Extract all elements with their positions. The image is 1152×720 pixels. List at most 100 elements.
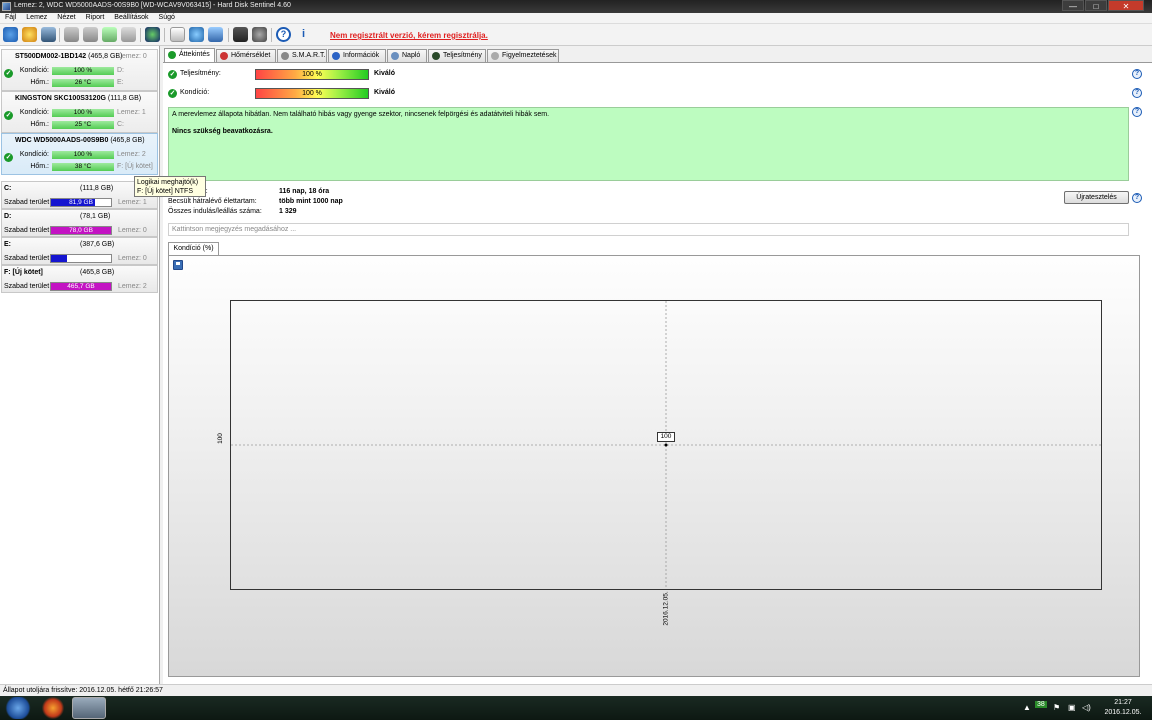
free-space-bar: 465,7 GB: [50, 282, 112, 291]
disk-item[interactable]: ST500DM002-1BD142 (465,8 GB) ✓ Kondíció:…: [1, 49, 158, 91]
temperature-bar: 26 °C: [52, 79, 114, 87]
tooltip: Logikai meghajtó(k) F: [Új kötet] NTFS: [134, 176, 206, 197]
send-icon[interactable]: [208, 27, 223, 42]
taskbar: ▲ 38 ⚑ ▣ ◁) 21:27 2016.12.05.: [0, 696, 1152, 720]
info-icon: [332, 52, 340, 60]
disk-check-icon[interactable]: [102, 27, 117, 42]
tab-overview[interactable]: Áttekintés: [164, 48, 215, 63]
menu-help[interactable]: Súgó: [154, 13, 180, 22]
condition-row: ✓ Kondíció: 100 % Kiváló: [168, 88, 396, 99]
settings-icon[interactable]: [252, 27, 267, 42]
tab-condition-chart[interactable]: Kondíció (%): [168, 242, 219, 255]
app-icon: [2, 2, 11, 11]
overview-panel: ✓ Teljesítmény: 100 % Kiváló ? ✓ Kondíci…: [163, 62, 1152, 684]
check-icon: ✓: [168, 89, 177, 98]
flag-icon[interactable]: ⚑: [1053, 703, 1060, 712]
disk-name: WDC WD5000AADS-00S9B0 (465,8 GB): [15, 137, 145, 144]
y-tick-label: 100: [216, 433, 224, 444]
help-icon[interactable]: ?: [1132, 69, 1142, 79]
tab-information[interactable]: Információk: [328, 49, 386, 62]
disk-list-panel: ST500DM002-1BD142 (465,8 GB) ✓ Kondíció:…: [0, 46, 160, 684]
close-button[interactable]: ✕: [1108, 0, 1144, 11]
performance-bar: 100 %: [255, 69, 369, 80]
disk-info-icon[interactable]: [121, 27, 136, 42]
warning-icon[interactable]: [22, 27, 37, 42]
info-icon[interactable]: i: [296, 27, 311, 42]
disk-item-selected[interactable]: WDC WD5000AADS-00S9B0 (465,8 GB) ✓ Kondí…: [1, 133, 158, 175]
minimize-button[interactable]: —: [1062, 0, 1084, 11]
tab-smart[interactable]: S.M.A.R.T.: [277, 49, 327, 62]
sync-icon[interactable]: [189, 27, 204, 42]
tab-bar: Áttekintés Hőmérséklet S.M.A.R.T. Inform…: [163, 48, 1152, 63]
maximize-button[interactable]: □: [1085, 0, 1107, 11]
menu-settings[interactable]: Beállítások: [109, 13, 153, 22]
menu-bar: Fájl Lemez Nézet Riport Beállítások Súgó: [0, 13, 1152, 24]
volume-item[interactable]: D: (78,1 GB) Szabad terület 78,0 GB Lemez…: [1, 209, 158, 237]
volume-item[interactable]: F: [Új kötet] (465,8 GB) Szabad terület 4…: [1, 265, 158, 293]
tab-alerts[interactable]: Figyelmeztetések: [487, 49, 559, 62]
menu-view[interactable]: Nézet: [52, 13, 80, 22]
menu-report[interactable]: Riport: [81, 13, 110, 22]
condition-chart: 100 2016.12.05. 100: [168, 255, 1140, 677]
tray-arrow-icon[interactable]: ▲: [1023, 703, 1031, 712]
disk-name: ST500DM002-1BD142 (465,8 GB): [15, 53, 123, 60]
tab-temperature[interactable]: Hőmérséklet: [216, 49, 276, 62]
window-title: Lemez: 2, WDC WD5000AADS-00S9B0 [WD-WCAV…: [14, 2, 291, 9]
disk-test-icon[interactable]: [83, 27, 98, 42]
retest-button[interactable]: Újratesztelés: [1064, 191, 1129, 204]
network-icon[interactable]: ▣: [1068, 703, 1076, 712]
condition-bar: 100 %: [52, 67, 114, 75]
condition-bar: 100 %: [52, 151, 114, 159]
data-point: [664, 443, 668, 447]
log-icon: [391, 52, 399, 60]
chart-svg: [231, 301, 1101, 589]
help-icon[interactable]: ?: [1132, 107, 1142, 117]
menu-file[interactable]: Fájl: [0, 13, 21, 22]
registration-warning-link[interactable]: Nem regisztrált verzió, kérem regisztrál…: [330, 31, 488, 40]
disk-tool-icon[interactable]: [64, 27, 79, 42]
smart-icon: [281, 52, 289, 60]
document-icon[interactable]: [170, 27, 185, 42]
refresh-icon[interactable]: [3, 27, 18, 42]
toolbar: ? i Nem regisztrált verzió, kérem regisz…: [0, 24, 1152, 46]
performance-icon: [432, 52, 440, 60]
note-field[interactable]: Kattintson megjegyzés megadásához ...: [168, 223, 1129, 236]
temperature-bar: 25 °C: [52, 121, 114, 129]
performance-row: ✓ Teljesítmény: 100 % Kiváló: [168, 69, 396, 80]
help-icon[interactable]: ?: [1132, 88, 1142, 98]
disk-item[interactable]: KINGSTON SKC100S3120G (111,8 GB) ✓ Kondí…: [1, 91, 158, 133]
tab-performance[interactable]: Teljesítmény: [428, 49, 486, 62]
status-description: A merevlemez állapota hibátlan. Nem talá…: [168, 107, 1129, 181]
tray-temperature-badge[interactable]: 38: [1035, 701, 1047, 708]
report-icon[interactable]: [233, 27, 248, 42]
check-icon: [168, 51, 176, 59]
volume-icon[interactable]: ◁): [1082, 703, 1091, 712]
x-tick-label: 2016.12.05.: [662, 591, 670, 626]
help-icon[interactable]: ?: [1132, 193, 1142, 203]
menu-disk[interactable]: Lemez: [21, 13, 52, 22]
alerts-icon: [491, 52, 499, 60]
help-icon[interactable]: ?: [276, 27, 291, 42]
firefox-icon[interactable]: [38, 697, 68, 719]
globe-icon[interactable]: [145, 27, 160, 42]
status-bar: Állapot utoljára frissítve: 2016.12.05. …: [0, 684, 1152, 696]
disk-number: Lemez: 0: [118, 53, 147, 60]
monitor-icon[interactable]: [41, 27, 56, 42]
free-space-bar: 78,0 GB: [50, 226, 112, 235]
data-label: 100: [657, 432, 675, 442]
condition-bar: 100 %: [255, 88, 369, 99]
save-icon[interactable]: [173, 260, 183, 270]
plot-area: [230, 300, 1102, 590]
thermometer-icon: [220, 52, 228, 60]
estimated-lifetime: Becsült hátralévő élettartam: több mint 1…: [168, 198, 343, 205]
check-icon: ✓: [168, 70, 177, 79]
start-button[interactable]: [4, 697, 32, 719]
title-bar[interactable]: Lemez: 2, WDC WD5000AADS-00S9B0 [WD-WCAV…: [0, 0, 1152, 13]
tab-log[interactable]: Napló: [387, 49, 427, 62]
clock[interactable]: 21:27 2016.12.05.: [1098, 698, 1148, 718]
start-stop-count: Összes indulás/leállás száma: 1 329: [168, 208, 297, 215]
hard-disk-sentinel-taskbar-icon[interactable]: [72, 697, 106, 719]
volume-item[interactable]: E: (387,6 GB) Szabad terület 105,0 GB Lem…: [1, 237, 158, 265]
disk-name: KINGSTON SKC100S3120G (111,8 GB): [15, 95, 142, 102]
condition-bar: 100 %: [52, 109, 114, 117]
